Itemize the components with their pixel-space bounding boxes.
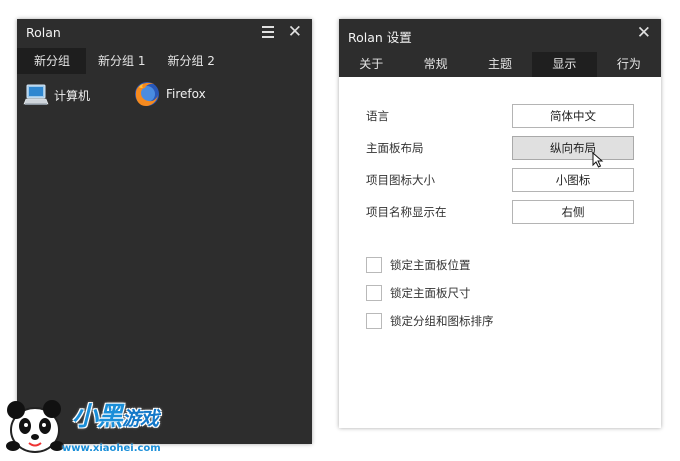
tab-display[interactable]: 显示 [532, 52, 597, 77]
launcher-tabs: 新分组 新分组 1 新分组 2 [17, 48, 225, 74]
name-position-select[interactable]: 右侧 [512, 200, 634, 224]
launcher-item-label: 计算机 [54, 88, 91, 103]
setting-row-icon-size: 项目图标大小 小图标 [366, 168, 634, 192]
watermark: 小黑游戏 www.xiaohei.com [0, 388, 200, 461]
tab-about[interactable]: 关于 [339, 52, 403, 77]
firefox-icon [133, 80, 161, 108]
checkbox-label: 锁定主面板尺寸 [390, 286, 471, 300]
menu-icon[interactable] [262, 26, 274, 38]
setting-label: 主面板布局 [366, 141, 424, 155]
tab-group-0[interactable]: 新分组 [17, 48, 87, 74]
checkbox-lock-order[interactable]: 锁定分组和图标排序 [366, 313, 494, 329]
panda-logo-icon [2, 392, 68, 456]
watermark-url: www.xiaohei.com [62, 443, 161, 454]
watermark-brand: 小黑游戏 [72, 402, 159, 432]
close-icon[interactable]: ✕ [637, 23, 651, 43]
setting-label: 语言 [366, 109, 389, 123]
setting-label: 项目名称显示在 [366, 205, 447, 219]
checkbox-label: 锁定分组和图标排序 [390, 314, 494, 328]
checkbox-label: 锁定主面板位置 [390, 258, 471, 272]
settings-header[interactable]: Rolan 设置 ✕ 关于 常规 主题 显示 行为 [339, 19, 661, 77]
launcher-titlebar[interactable]: Rolan ✕ [17, 19, 312, 47]
checkbox-lock-size[interactable]: 锁定主面板尺寸 [366, 285, 471, 301]
checkbox-lock-position[interactable]: 锁定主面板位置 [366, 257, 471, 273]
icon-size-select[interactable]: 小图标 [512, 168, 634, 192]
setting-label: 项目图标大小 [366, 173, 435, 187]
settings-title: Rolan 设置 [348, 30, 412, 45]
settings-tabs: 关于 常规 主题 显示 行为 [339, 52, 661, 77]
setting-row-language: 语言 简体中文 [366, 104, 634, 128]
launcher-item-computer[interactable]: 计算机 [23, 82, 90, 108]
tab-theme[interactable]: 主题 [468, 52, 532, 77]
mouse-cursor-icon [592, 151, 604, 168]
setting-row-name-position: 项目名称显示在 右侧 [366, 200, 634, 224]
layout-select[interactable]: 纵向布局 [512, 136, 634, 160]
launcher-item-firefox[interactable]: Firefox [133, 80, 206, 108]
computer-icon [23, 82, 49, 108]
tab-group-2[interactable]: 新分组 2 [157, 48, 224, 74]
checkbox-box[interactable] [366, 313, 382, 329]
close-icon[interactable]: ✕ [288, 22, 302, 42]
tab-general[interactable]: 常规 [403, 52, 467, 77]
checkbox-box[interactable] [366, 285, 382, 301]
tab-behavior[interactable]: 行为 [597, 52, 661, 77]
tab-group-1[interactable]: 新分组 1 [88, 48, 155, 74]
launcher-title: Rolan [26, 25, 61, 40]
checkbox-box[interactable] [366, 257, 382, 273]
language-select[interactable]: 简体中文 [512, 104, 634, 128]
settings-window: Rolan 设置 ✕ 关于 常规 主题 显示 行为 语言 简体中文 主面板布局 … [339, 19, 661, 428]
launcher-item-label: Firefox [166, 87, 206, 101]
launcher-panel: Rolan ✕ 新分组 新分组 1 新分组 2 计算机 Firefox [17, 19, 312, 444]
